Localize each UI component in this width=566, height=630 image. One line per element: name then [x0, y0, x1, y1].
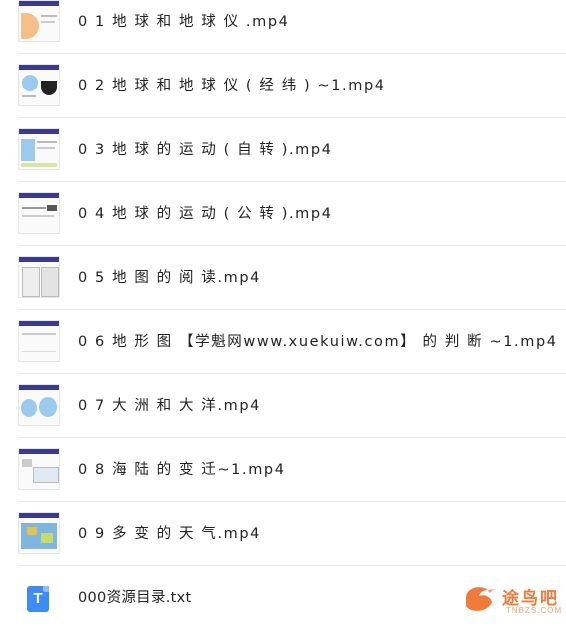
watermark: 途鸟吧 TNBZS.COM — [462, 582, 562, 618]
file-name: 0 7 大 洲 和 大 洋.mp4 — [78, 398, 261, 414]
file-name: 0 4 地 球 的 运 动 ( 公 转 ).mp4 — [78, 206, 333, 222]
video-thumbnail — [18, 192, 60, 234]
file-row[interactable]: 0 2 地 球 和 地 球 仪 ( 经 纬 ) ~1.mp4 — [18, 54, 566, 118]
video-thumbnail — [18, 448, 60, 490]
watermark-subtext: TNBZS.COM — [506, 606, 563, 615]
file-row[interactable]: 0 4 地 球 的 运 动 ( 公 转 ).mp4 — [18, 182, 566, 246]
file-list: 0 1 地 球 和 地 球 仪 .mp4 0 2 地 球 和 地 球 仪 ( 经… — [0, 0, 566, 621]
file-row[interactable]: 0 3 地 球 的 运 动 ( 自 转 ).mp4 — [18, 118, 566, 182]
video-thumbnail — [18, 0, 60, 42]
file-name: 000资源目录.txt — [78, 590, 192, 606]
file-name: 0 9 多 变 的 天 气.mp4 — [78, 526, 261, 542]
file-name: 0 6 地 形 图 【学魁网www.xuekuiw.com】 的 判 断 ~1.… — [78, 334, 558, 350]
file-name: 0 8 海 陆 的 变 迁~1.mp4 — [78, 462, 286, 478]
file-row[interactable]: 0 5 地 图 的 阅 读.mp4 — [18, 246, 566, 310]
video-thumbnail — [18, 320, 60, 362]
bird-logo-icon — [466, 587, 495, 611]
video-thumbnail — [18, 256, 60, 298]
txt-file-icon: T — [27, 586, 49, 612]
file-row[interactable]: 0 6 地 形 图 【学魁网www.xuekuiw.com】 的 判 断 ~1.… — [18, 310, 566, 374]
video-thumbnail — [18, 64, 60, 106]
file-row[interactable]: 0 9 多 变 的 天 气.mp4 — [18, 502, 566, 566]
video-thumbnail — [18, 512, 60, 554]
file-name: 0 2 地 球 和 地 球 仪 ( 经 纬 ) ~1.mp4 — [78, 78, 386, 94]
file-row[interactable]: 0 1 地 球 和 地 球 仪 .mp4 — [18, 0, 566, 54]
file-row[interactable]: 0 7 大 洲 和 大 洋.mp4 — [18, 374, 566, 438]
video-thumbnail — [18, 128, 60, 170]
file-name: 0 1 地 球 和 地 球 仪 .mp4 — [78, 14, 290, 30]
file-name: 0 3 地 球 的 运 动 ( 自 转 ).mp4 — [78, 142, 333, 158]
file-name: 0 5 地 图 的 阅 读.mp4 — [78, 270, 261, 286]
video-thumbnail — [18, 384, 60, 426]
file-row[interactable]: 0 8 海 陆 的 变 迁~1.mp4 — [18, 438, 566, 502]
